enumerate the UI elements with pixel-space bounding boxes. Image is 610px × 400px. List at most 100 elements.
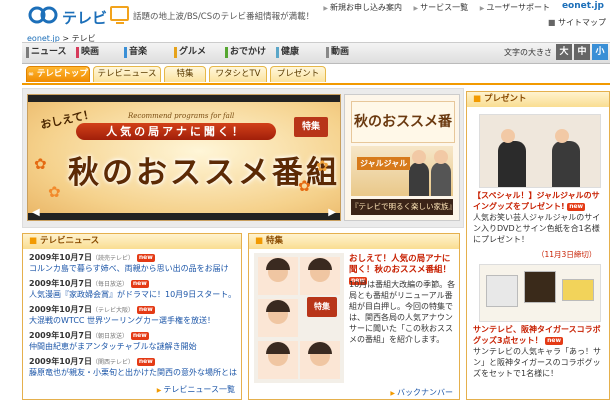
tshirt-goods-icon bbox=[486, 275, 518, 307]
present-item-2: サンテレビ、阪神タイガースコラボグッズ3点セット！ new サンテレビの人気キャ… bbox=[473, 324, 605, 379]
category-movie[interactable]: 映画 bbox=[76, 46, 99, 59]
tab-tv-top[interactable]: ∞ テレビトップ bbox=[26, 66, 90, 82]
present-photo-goods[interactable] bbox=[479, 264, 601, 322]
news-heading-label: テレビニュース bbox=[40, 236, 100, 246]
news-date: 2009年10月7日 bbox=[29, 253, 92, 262]
logo-text[interactable]: テレビ bbox=[62, 7, 107, 28]
side-banner-brand: ジャルジャル bbox=[357, 157, 411, 170]
category-nav: ニュース 映画 音楽 グルメ おでかけ 健康 動画 文字の大きさ 大 中 小 bbox=[22, 42, 610, 64]
text-size-small-button[interactable]: 小 bbox=[592, 44, 608, 60]
new-badge: new bbox=[567, 202, 586, 211]
news-headline[interactable]: 藤原竜也が親友・小栗旬と出かけた関西の意外な場所とは？ bbox=[29, 367, 237, 378]
special-box: ■ 特集 特集 おしえて！人気の局アナに聞く！秋のおススメ番組！ new 10月… bbox=[248, 233, 460, 400]
side-banner-title: 秋のおススメ番組 bbox=[351, 101, 455, 170]
special-backnumber-link[interactable]: バックナンバー bbox=[390, 387, 453, 398]
sitemap-link[interactable]: ■ サイトマップ bbox=[548, 17, 606, 28]
tab-special[interactable]: 特集 bbox=[164, 66, 206, 82]
towel-goods-icon bbox=[562, 279, 594, 301]
category-outing[interactable]: おでかけ bbox=[225, 46, 266, 59]
banner-bottom-bar bbox=[28, 213, 340, 220]
main-feature-banner[interactable]: おしえて！ Recommend programs for fall 人気の局アナ… bbox=[27, 94, 341, 221]
text-size-medium-button[interactable]: 中 bbox=[574, 44, 590, 60]
category-health[interactable]: 健康 bbox=[276, 46, 299, 59]
top-links: 新規お申し込み案内 サービス一覧 ユーザーサポート bbox=[314, 2, 550, 13]
tab-tv-top-label: テレビトップ bbox=[36, 69, 88, 79]
top-link-services[interactable]: サービス一覧 bbox=[414, 3, 469, 12]
side-feature-banner[interactable]: 秋のおススメ番組 ジャルジャル 『テレビで明るく楽しい家族』 bbox=[344, 94, 460, 221]
banner-recommend-caption: Recommend programs for fall bbox=[128, 112, 235, 120]
banner-prev-icon[interactable]: ◀ bbox=[32, 207, 40, 218]
news-item: 2009年10月7日（毎日放送） new 人気漫画『家政婦会賞』がドラマに！10… bbox=[29, 278, 237, 300]
text-size-large-button[interactable]: 大 bbox=[556, 44, 572, 60]
news-item: 2009年10月7日（テレビ大阪） new 大混戦のWTCC 世界ツーリングカー… bbox=[29, 304, 237, 326]
side-banner-photo bbox=[351, 146, 453, 196]
tab-present[interactable]: プレゼント bbox=[270, 66, 326, 82]
tv-news-box: ■ テレビニュース 2009年10月7日（読売テレビ） new コルンカ島で暮ら… bbox=[22, 233, 242, 400]
news-headline[interactable]: 仲間由紀恵がまアンタッチャブルな謎解き開始 bbox=[29, 341, 237, 352]
special-heading: ■ 特集 bbox=[249, 234, 459, 249]
maple-leaf-icon: ✿ bbox=[298, 177, 311, 195]
category-music[interactable]: 音楽 bbox=[124, 46, 147, 59]
news-headline[interactable]: 人気漫画『家政婦会賞』がドラマに！10月9日スタート。 bbox=[29, 289, 237, 300]
text-size-label: 文字の大きさ bbox=[504, 48, 552, 57]
top-link-support[interactable]: ユーザーサポート bbox=[480, 3, 550, 12]
present-heading: ■ プレゼント bbox=[467, 92, 609, 107]
new-badge: new bbox=[130, 331, 149, 340]
heading-square-icon: ■ bbox=[29, 236, 38, 246]
news-date: 2009年10月7日 bbox=[29, 357, 92, 366]
maple-leaf-icon: ✿ bbox=[316, 157, 329, 175]
news-date: 2009年10月7日 bbox=[29, 279, 92, 288]
announcer-photo bbox=[300, 257, 340, 295]
present-box: ■ プレゼント 【スペシャル！】ジャルジャルのサイングッズをプレゼント! new… bbox=[466, 91, 610, 400]
banner-pill: 人気の局アナに聞く！ bbox=[76, 123, 276, 140]
present-photo-jaljal[interactable] bbox=[479, 114, 601, 188]
news-date: 2009年10月7日 bbox=[29, 331, 92, 340]
announcer-photo bbox=[258, 257, 298, 295]
present-item-2-title[interactable]: サンテレビ、阪神タイガースコラボグッズ3点セット！ bbox=[473, 325, 601, 345]
site-header: テレビ 話題の地上波/BS/CSのテレビ番組情報が満載！ 新規お申し込み案内 サ… bbox=[0, 0, 610, 30]
present-item-1-body: 人気お笑い芸人ジャルジャルのサイン入りDVDとサイン色紙を合1名様にプレゼント！ bbox=[473, 213, 601, 244]
news-source: （読売テレビ） bbox=[91, 255, 134, 262]
news-item: 2009年10月7日（関西テレビ） new 藤原竜也が親友・小栗旬と出かけた関西… bbox=[29, 356, 237, 378]
banner-badge: 特集 bbox=[294, 117, 328, 137]
news-item: 2009年10月7日（読売テレビ） new コルンカ島で暮らす姉べ、両親から思い… bbox=[29, 252, 237, 274]
top-link-signup[interactable]: 新規お申し込み案内 bbox=[323, 3, 402, 12]
news-source: （テレビ大阪） bbox=[91, 307, 134, 314]
special-badge: 特集 bbox=[307, 297, 337, 317]
tv-icon bbox=[110, 6, 129, 24]
sitemap-icon: ■ bbox=[547, 18, 556, 27]
eo-logo-icon[interactable] bbox=[28, 4, 58, 26]
heading-square-icon: ■ bbox=[255, 236, 264, 246]
new-badge: new bbox=[136, 253, 155, 262]
news-headline[interactable]: コルンカ島で暮らす姉べ、両親から思い出の品をお届け bbox=[29, 263, 237, 274]
new-badge: new bbox=[136, 305, 155, 314]
category-video[interactable]: 動画 bbox=[326, 46, 349, 59]
eo-small-icon: ∞ bbox=[28, 70, 34, 78]
new-badge: new bbox=[130, 279, 149, 288]
news-item: 2009年10月7日（朝日放送） new 仲間由紀恵がまアンタッチャブルな謎解き… bbox=[29, 330, 237, 352]
person-photo bbox=[552, 129, 580, 187]
banner-next-icon[interactable]: ▶ bbox=[328, 207, 336, 218]
tab-me-and-tv[interactable]: ワタシとTV bbox=[209, 66, 267, 82]
category-gourmet[interactable]: グルメ bbox=[174, 46, 206, 59]
tab-tv-news[interactable]: テレビニュース bbox=[93, 66, 161, 82]
person-photo bbox=[498, 129, 526, 187]
special-title-link[interactable]: おしえて！人気の局アナに聞く！秋のおススメ番組！ bbox=[349, 254, 451, 275]
heading-square-icon: ■ bbox=[473, 94, 482, 104]
news-more-link[interactable]: テレビニュース一覧 bbox=[157, 384, 235, 395]
maple-leaf-icon: ✿ bbox=[48, 183, 61, 201]
news-heading: ■ テレビニュース bbox=[23, 234, 241, 249]
new-badge: new bbox=[545, 336, 564, 345]
eonet-link[interactable]: eonet.jp bbox=[562, 1, 604, 11]
news-source: （関西テレビ） bbox=[91, 359, 134, 366]
tab-bar: ∞ テレビトップ テレビニュース 特集 ワタシとTV プレゼント bbox=[22, 66, 610, 85]
present-heading-label: プレゼント bbox=[484, 94, 527, 104]
special-body: 10月は番組大改編の季節。各局とも番組がリニューアル番組が目白押し。今回の特集で… bbox=[349, 280, 456, 344]
special-photo-grid[interactable] bbox=[254, 253, 344, 383]
category-news[interactable]: ニュース bbox=[26, 46, 67, 59]
special-heading-label: 特集 bbox=[266, 236, 284, 246]
news-headline[interactable]: 大混戦のWTCC 世界ツーリングカー選手権を放送！ bbox=[29, 315, 237, 326]
present-item-2-body: サンテレビの人気キャラ「あっ！サン」と阪神タイガースのコラボグッズをセットで1名… bbox=[473, 347, 601, 378]
news-date: 2009年10月7日 bbox=[29, 305, 92, 314]
announcer-photo bbox=[258, 341, 298, 379]
